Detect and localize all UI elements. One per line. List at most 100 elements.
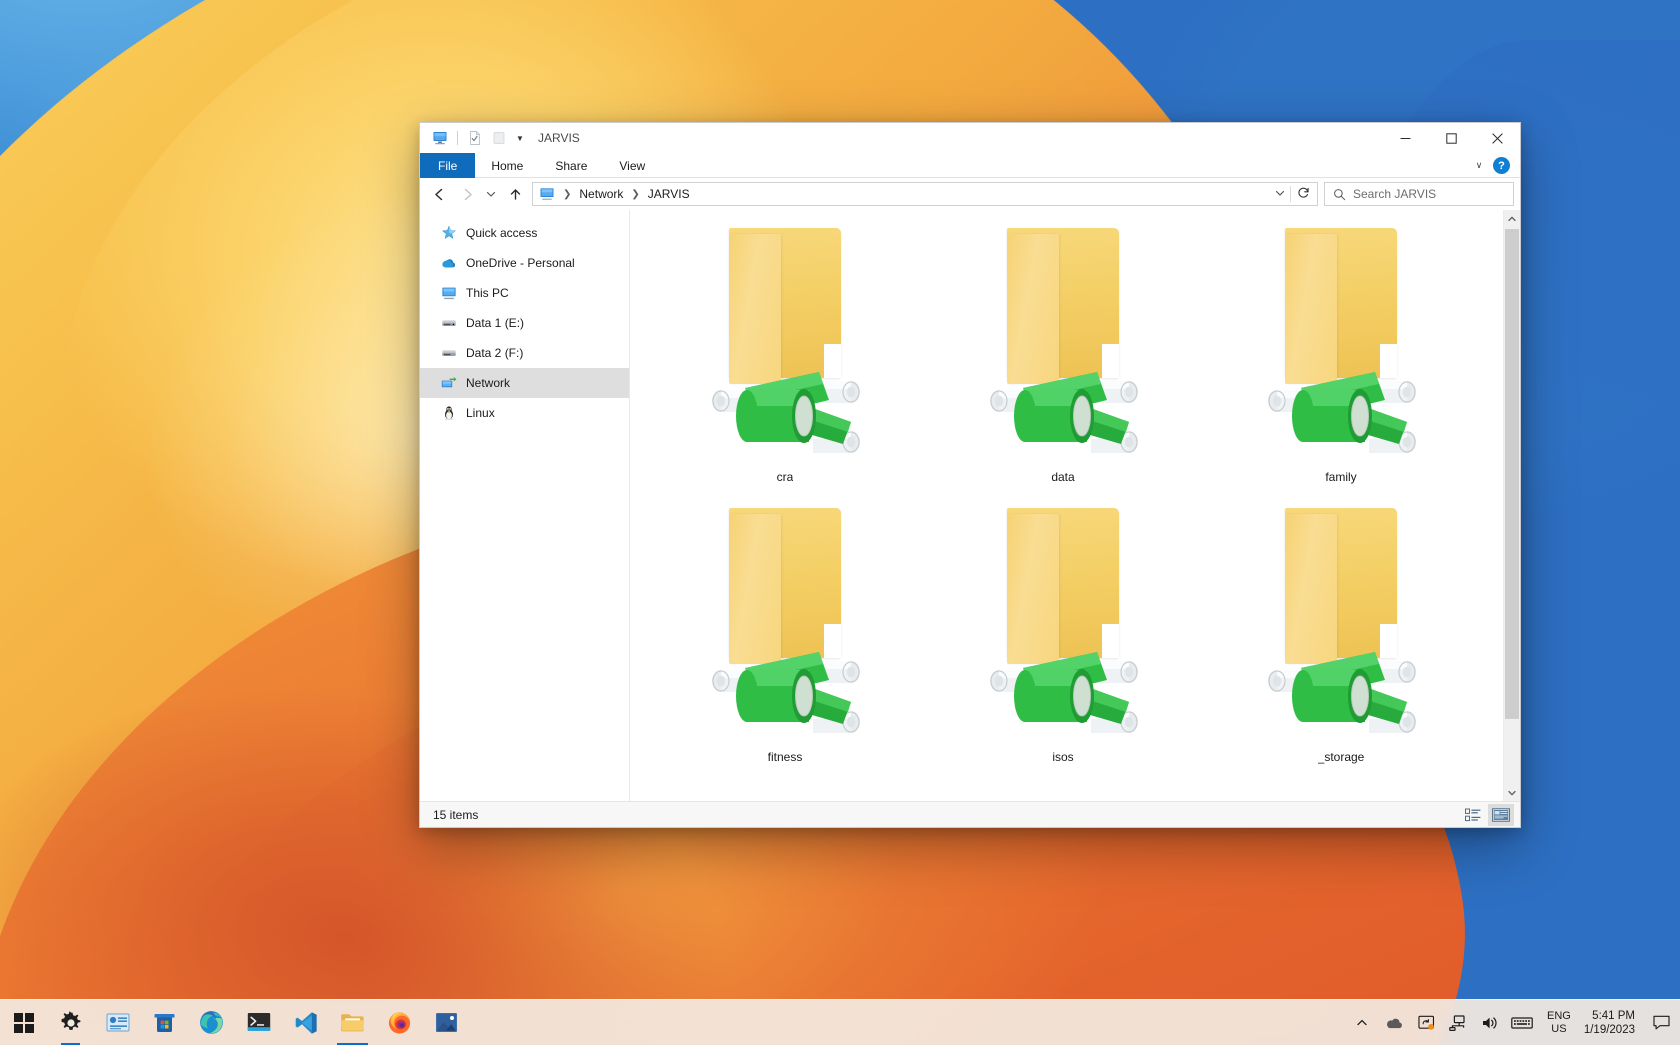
- tab-share[interactable]: Share: [539, 153, 603, 178]
- breadcrumb-separator-icon: ❯: [625, 189, 645, 200]
- ribbon-tab-bar: File Home Share View ∨ ?: [420, 153, 1520, 178]
- network-share-folder-icon: [705, 220, 865, 468]
- monitor-icon: [441, 285, 457, 301]
- vscode-button[interactable]: [282, 1000, 329, 1045]
- item-label: _storage: [1318, 750, 1365, 764]
- network-share-folder-icon: [1261, 500, 1421, 748]
- network-icon[interactable]: [1443, 1000, 1474, 1045]
- sidebar-item-quick-access[interactable]: Quick access: [420, 218, 629, 248]
- list-item[interactable]: fitness: [646, 500, 924, 780]
- sidebar-item-data-2[interactable]: Data 2 (F:): [420, 338, 629, 368]
- tab-view[interactable]: View: [603, 153, 661, 178]
- refresh-button[interactable]: [1291, 186, 1315, 202]
- item-label: fitness: [768, 750, 803, 764]
- language-indicator[interactable]: ENG US: [1539, 1000, 1579, 1045]
- address-root-icon: [538, 186, 557, 202]
- this-pc-icon[interactable]: [429, 127, 451, 149]
- terminal-button[interactable]: [235, 1000, 282, 1045]
- sidebar-item-this-pc[interactable]: This PC: [420, 278, 629, 308]
- sidebar-item-label: OneDrive - Personal: [466, 256, 575, 270]
- network-share-folder-icon: [983, 220, 1143, 468]
- drive-icon: [441, 345, 457, 361]
- desktop: ▼ JARVIS File Home Share View ∨: [0, 0, 1680, 1045]
- status-bar: 15 items: [420, 801, 1520, 827]
- search-input[interactable]: Search JARVIS: [1353, 187, 1436, 201]
- scroll-down-button[interactable]: [1504, 784, 1520, 801]
- clock-date: 1/19/2023: [1584, 1023, 1635, 1037]
- network-share-folder-icon: [1261, 220, 1421, 468]
- scrollbar-track[interactable]: [1504, 227, 1520, 784]
- scrollbar-thumb[interactable]: [1505, 229, 1519, 719]
- ribbon-right-controls: ∨ ?: [1471, 153, 1516, 178]
- task-view-button[interactable]: [94, 1000, 141, 1045]
- details-view-button[interactable]: [1460, 804, 1486, 826]
- item-label: cra: [777, 470, 794, 484]
- notification-center-button[interactable]: [1646, 1000, 1676, 1045]
- taskbar: ENG US 5:41 PM 1/19/2023: [0, 999, 1680, 1045]
- close-button[interactable]: [1474, 123, 1520, 153]
- scroll-up-button[interactable]: [1504, 210, 1520, 227]
- maximize-button[interactable]: [1428, 123, 1474, 153]
- forward-button[interactable]: [454, 181, 480, 207]
- breadcrumb-separator-icon: ❯: [557, 189, 577, 200]
- search-box[interactable]: Search JARVIS: [1324, 182, 1514, 206]
- help-button[interactable]: ?: [1493, 157, 1510, 174]
- sidebar-item-onedrive[interactable]: OneDrive - Personal: [420, 248, 629, 278]
- breadcrumb-network[interactable]: Network: [577, 187, 625, 201]
- vertical-scrollbar[interactable]: [1503, 210, 1520, 801]
- customize-qat-caret-icon[interactable]: ▼: [512, 127, 528, 149]
- file-explorer-window: ▼ JARVIS File Home Share View ∨: [419, 122, 1521, 828]
- clock[interactable]: 5:41 PM 1/19/2023: [1580, 1000, 1645, 1045]
- clock-time: 5:41 PM: [1592, 1009, 1635, 1023]
- sync-status-icon[interactable]: [1411, 1000, 1442, 1045]
- list-item[interactable]: isos: [924, 500, 1202, 780]
- address-bar[interactable]: ❯ Network ❯ JARVIS: [532, 182, 1318, 206]
- settings-button[interactable]: [47, 1000, 94, 1045]
- chevron-down-icon[interactable]: [1270, 188, 1290, 200]
- show-hidden-icons-button[interactable]: [1347, 1000, 1378, 1045]
- window-body: Quick access OneDrive - Personal: [420, 210, 1520, 801]
- microsoft-store-button[interactable]: [141, 1000, 188, 1045]
- breadcrumb-jarvis[interactable]: JARVIS: [646, 187, 692, 201]
- new-folder-icon[interactable]: [488, 127, 510, 149]
- penguin-icon: [441, 405, 457, 421]
- properties-icon[interactable]: [464, 127, 486, 149]
- start-button[interactable]: [0, 1000, 47, 1045]
- sidebar-item-data-1[interactable]: Data 1 (E:): [420, 308, 629, 338]
- tab-file[interactable]: File: [420, 153, 475, 178]
- sidebar-item-network[interactable]: Network: [420, 368, 629, 398]
- firefox-button[interactable]: [376, 1000, 423, 1045]
- list-item[interactable]: _storage: [1202, 500, 1480, 780]
- photos-button[interactable]: [423, 1000, 470, 1045]
- volume-icon[interactable]: [1475, 1000, 1506, 1045]
- large-icons-view-button[interactable]: [1488, 804, 1514, 826]
- region-code: US: [1551, 1023, 1566, 1036]
- items-grid: cra: [630, 210, 1503, 801]
- recent-locations-button[interactable]: [482, 181, 500, 207]
- up-button[interactable]: [502, 181, 528, 207]
- network-icon: [441, 375, 457, 391]
- edge-button[interactable]: [188, 1000, 235, 1045]
- tab-home[interactable]: Home: [475, 153, 539, 178]
- sidebar-item-label: Quick access: [466, 226, 537, 240]
- navigation-pane: Quick access OneDrive - Personal: [420, 210, 630, 801]
- drive-icon: [441, 315, 457, 331]
- sidebar-item-label: Data 2 (F:): [466, 346, 523, 360]
- window-title: JARVIS: [538, 131, 580, 145]
- quick-access-toolbar: ▼: [420, 123, 528, 153]
- list-item[interactable]: cra: [646, 220, 924, 500]
- address-bar-row: ❯ Network ❯ JARVIS: [420, 178, 1520, 210]
- list-item[interactable]: data: [924, 220, 1202, 500]
- minimize-button[interactable]: [1382, 123, 1428, 153]
- chevron-down-icon[interactable]: ∨: [1471, 160, 1487, 171]
- sidebar-item-linux[interactable]: Linux: [420, 398, 629, 428]
- sidebar-item-label: Linux: [466, 406, 495, 420]
- taskbar-items: [0, 1000, 470, 1045]
- cloud-icon: [441, 255, 457, 271]
- file-explorer-button[interactable]: [329, 1000, 376, 1045]
- keyboard-icon[interactable]: [1507, 1000, 1538, 1045]
- star-icon: [441, 225, 457, 241]
- list-item[interactable]: family: [1202, 220, 1480, 500]
- onedrive-cloud-icon[interactable]: [1379, 1000, 1410, 1045]
- back-button[interactable]: [426, 181, 452, 207]
